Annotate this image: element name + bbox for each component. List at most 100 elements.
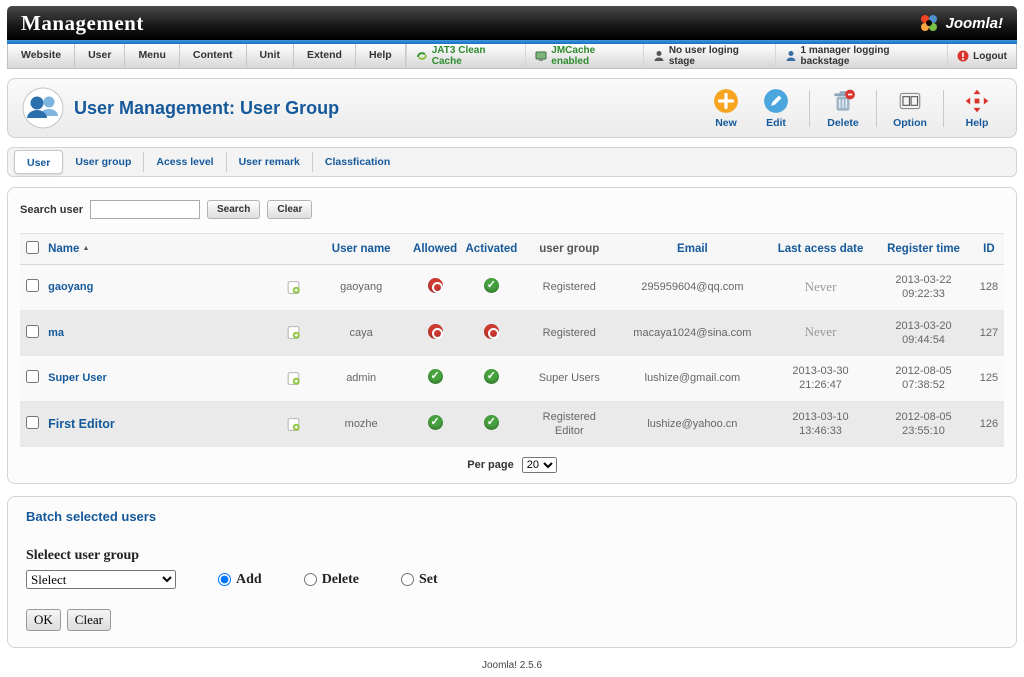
- last-access-cell: 2013-03-30 21:26:47: [768, 356, 874, 402]
- row-checkbox[interactable]: [26, 325, 39, 338]
- allowed-status[interactable]: [428, 369, 443, 384]
- allowed-status[interactable]: [428, 278, 443, 293]
- status-clean-cache[interactable]: JAT3 Clean Cache: [406, 44, 526, 68]
- email-cell: lushize@gmail.com: [617, 356, 768, 402]
- activated-status[interactable]: [484, 369, 499, 384]
- set-radio-label: Set: [419, 572, 438, 588]
- col-header-allowed[interactable]: Allowed: [409, 234, 461, 265]
- batch-action-delete[interactable]: Delete: [304, 572, 359, 588]
- search-input[interactable]: [90, 200, 200, 219]
- menu-item-unit[interactable]: Unit: [247, 44, 294, 68]
- toolbar-separator: [876, 90, 877, 127]
- per-page-select[interactable]: 20: [522, 457, 557, 473]
- table-row: Super User admin Super Users lushize@gma…: [20, 356, 1004, 402]
- tab-classification[interactable]: Classfication: [313, 152, 402, 172]
- menu-item-user[interactable]: User: [75, 44, 125, 68]
- per-page-label: Per page: [467, 459, 513, 471]
- per-page-control: Per page 20: [20, 457, 1004, 473]
- row-checkbox[interactable]: [26, 416, 39, 429]
- menu-item-content[interactable]: Content: [180, 44, 247, 68]
- edit-button[interactable]: Edit: [751, 88, 801, 129]
- status-jmcache[interactable]: JMCache enabled: [525, 44, 643, 68]
- col-header-last-access[interactable]: Last acess date: [768, 234, 874, 265]
- status-label: JAT3 Clean Cache: [432, 45, 517, 67]
- jmcache-icon: [535, 50, 547, 62]
- id-cell: 128: [974, 265, 1004, 311]
- batch-clear-button[interactable]: Clear: [67, 609, 111, 631]
- col-header-activated[interactable]: Activated: [461, 234, 521, 265]
- tab-user[interactable]: User: [14, 150, 63, 174]
- username-cell: mozhe: [313, 401, 408, 447]
- ok-button[interactable]: OK: [26, 609, 61, 631]
- user-name-link[interactable]: First Editor: [48, 417, 115, 431]
- toolbar-separator: [809, 90, 810, 127]
- activated-status[interactable]: [484, 324, 499, 339]
- user-note-icon[interactable]: [286, 371, 301, 386]
- email-cell: lushize@yahoo.cn: [617, 401, 768, 447]
- batch-action-add[interactable]: Add: [218, 572, 262, 588]
- status-label: 1 manager logging backstage: [801, 45, 939, 67]
- menu-item-help[interactable]: Help: [356, 44, 406, 68]
- add-radio[interactable]: [218, 573, 231, 586]
- id-cell: 127: [974, 310, 1004, 356]
- option-button[interactable]: Option: [885, 88, 935, 129]
- status-label: No user loging stage: [669, 45, 766, 67]
- new-button[interactable]: New: [701, 88, 751, 129]
- batch-action-set[interactable]: Set: [401, 572, 438, 588]
- help-button[interactable]: Help: [952, 88, 1002, 129]
- status-manager-backstage[interactable]: 1 manager logging backstage: [775, 44, 948, 68]
- footer-version: Joomla! 2.5.6: [7, 648, 1017, 677]
- logout-icon: [957, 50, 969, 62]
- menu-item-website[interactable]: Website: [8, 44, 75, 68]
- row-checkbox[interactable]: [26, 279, 39, 292]
- batch-group-select[interactable]: Slelect: [26, 570, 176, 589]
- col-header-register-time[interactable]: Register time: [873, 234, 974, 265]
- row-checkbox[interactable]: [26, 370, 39, 383]
- status-no-user[interactable]: No user loging stage: [643, 44, 775, 68]
- user-note-icon[interactable]: [286, 325, 301, 340]
- allowed-status[interactable]: [428, 415, 443, 430]
- search-button[interactable]: Search: [207, 200, 260, 219]
- search-row: Search user Search Clear: [20, 200, 1004, 219]
- app-title: Management: [21, 11, 144, 36]
- delete-icon: [830, 88, 856, 114]
- user-note-icon[interactable]: [286, 280, 301, 295]
- delete-button[interactable]: Delete: [818, 88, 868, 129]
- manager-icon: [785, 50, 797, 62]
- set-radio[interactable]: [401, 573, 414, 586]
- toolbar: New Edit Delete: [701, 88, 1002, 129]
- tab-user-remark[interactable]: User remark: [227, 152, 313, 172]
- tab-user-group[interactable]: User group: [63, 152, 144, 172]
- batch-panel: Batch selected users Sleleect user group…: [7, 496, 1017, 648]
- col-header-name[interactable]: Name: [44, 234, 313, 265]
- select-all-checkbox[interactable]: [26, 241, 39, 254]
- user-name-link[interactable]: gaoyang: [48, 281, 93, 293]
- page-heading: User Management: User Group: [22, 87, 339, 129]
- col-header-id[interactable]: ID: [974, 234, 1004, 265]
- edit-icon: [763, 88, 789, 114]
- menu-item-extend[interactable]: Extend: [294, 44, 356, 68]
- id-cell: 125: [974, 356, 1004, 402]
- email-cell: 295959604@qq.com: [617, 265, 768, 311]
- joomla-logo-text: Joomla!: [945, 15, 1003, 32]
- user-note-icon[interactable]: [286, 417, 301, 432]
- group-cell: Super Users: [522, 356, 617, 402]
- search-clear-button[interactable]: Clear: [267, 200, 312, 219]
- admin-page: Management Joomla! Website User Menu Con…: [0, 0, 1024, 677]
- delete-label: Delete: [827, 117, 859, 129]
- activated-status[interactable]: [484, 415, 499, 430]
- activated-status[interactable]: [484, 278, 499, 293]
- menu-item-menu[interactable]: Menu: [125, 44, 179, 68]
- delete-radio[interactable]: [304, 573, 317, 586]
- user-list-panel: Search user Search Clear Name User name …: [7, 187, 1017, 484]
- tab-access-level[interactable]: Acess level: [144, 152, 226, 172]
- allowed-status[interactable]: [428, 324, 443, 339]
- logout-button[interactable]: Logout: [947, 44, 1016, 68]
- user-name-link[interactable]: ma: [48, 327, 64, 339]
- last-access-cell: 2013-03-10 13:46:33: [768, 401, 874, 447]
- clean-cache-icon: [416, 50, 428, 62]
- col-header-username[interactable]: User name: [313, 234, 408, 265]
- user-name-link[interactable]: Super User: [48, 372, 107, 384]
- col-header-email[interactable]: Email: [617, 234, 768, 265]
- table-row: ma caya Registered macaya1024@sina.com N…: [20, 310, 1004, 356]
